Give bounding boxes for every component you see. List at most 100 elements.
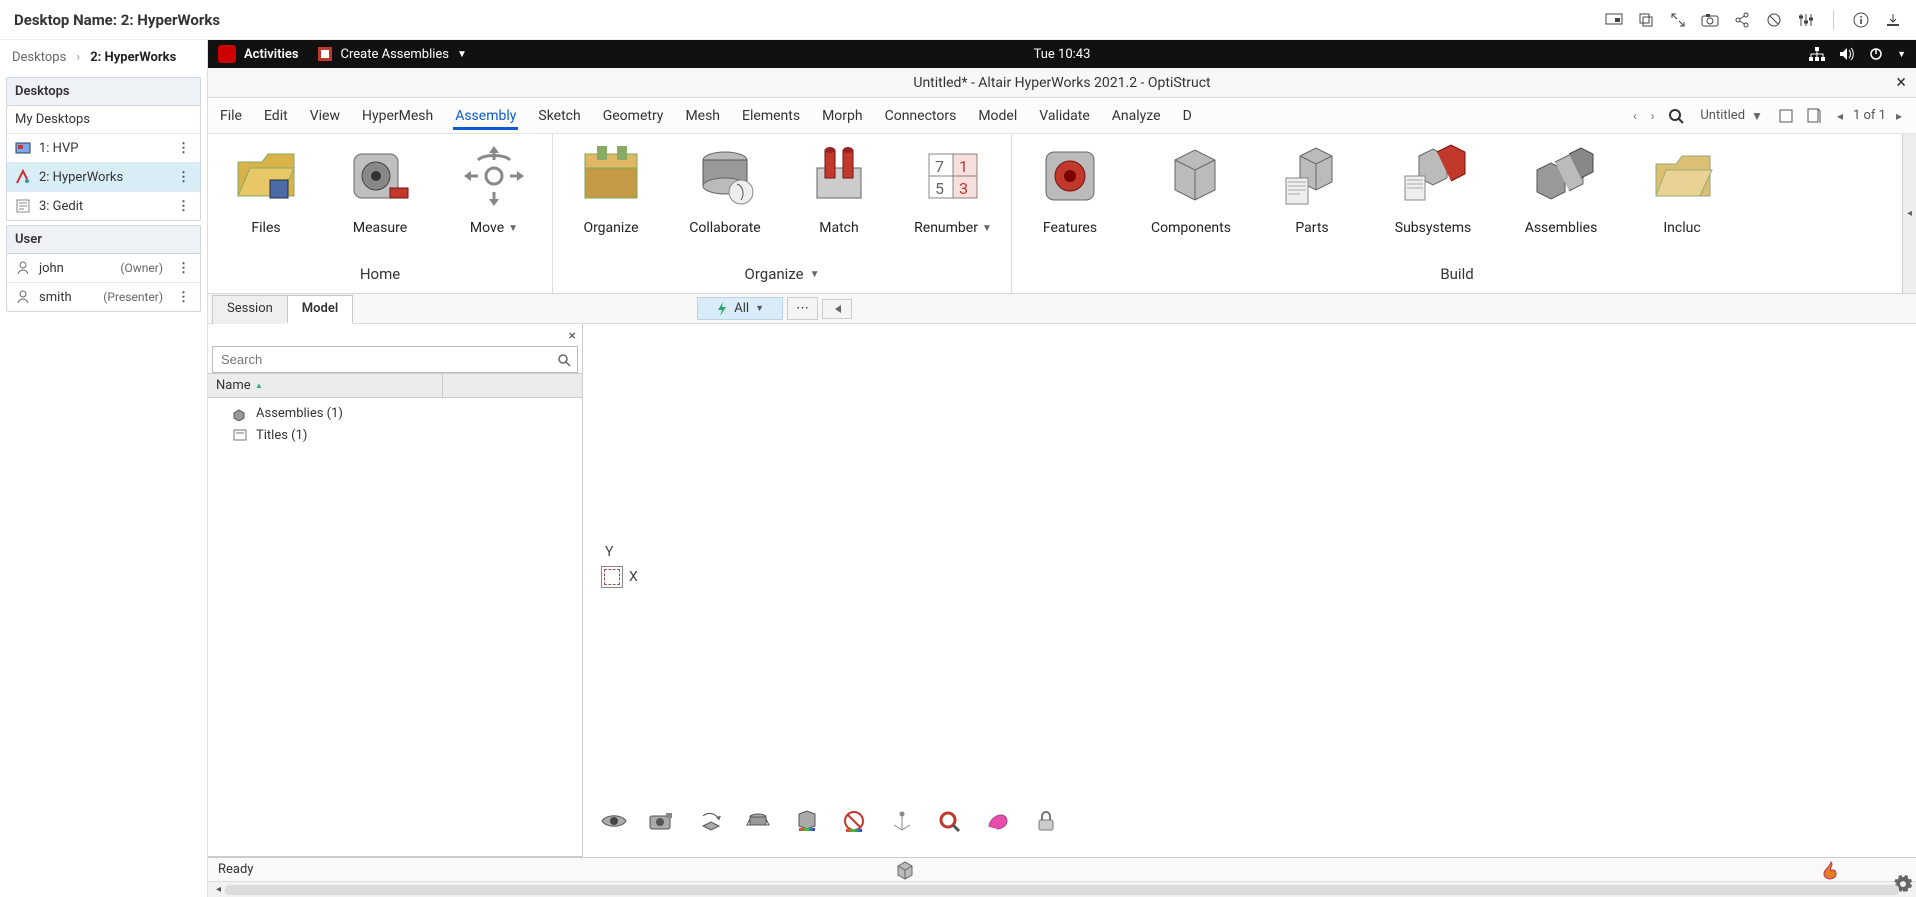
menu-elements[interactable]: Elements — [740, 102, 802, 130]
copy-icon[interactable] — [1637, 11, 1655, 29]
download-icon[interactable] — [1884, 11, 1902, 29]
tree-node-titles[interactable]: Titles (1) — [214, 424, 576, 446]
sliders-icon[interactable] — [1797, 11, 1815, 29]
entity-first-icon[interactable] — [822, 299, 852, 319]
ribbon-collaborate[interactable]: Collaborate — [677, 140, 773, 259]
user-kebab-icon[interactable]: ⋮ — [177, 290, 192, 305]
search-input[interactable] — [213, 347, 551, 372]
menu-model[interactable]: Model — [976, 102, 1019, 130]
view-axes-icon[interactable] — [887, 809, 917, 833]
user-row[interactable]: smith (Presenter) ⋮ — [7, 282, 200, 311]
view-eye-icon[interactable] — [599, 809, 629, 833]
entity-selector[interactable]: All ▼ — [697, 297, 783, 320]
ribbon-label: Parts — [1295, 220, 1328, 236]
screenshare-icon[interactable] — [1605, 11, 1623, 29]
menu-nav-left-icon[interactable]: ‹ — [1631, 103, 1639, 129]
activities-button[interactable]: Activities — [244, 47, 299, 62]
view-rubber-icon[interactable] — [983, 809, 1013, 833]
panel-close-icon[interactable]: × — [569, 328, 576, 344]
desktop-kebab-icon[interactable]: ⋮ — [177, 199, 192, 214]
camera-icon[interactable] — [1701, 11, 1719, 29]
ribbon-measure[interactable]: Measure — [332, 140, 428, 259]
checkbox-icon[interactable] — [1777, 103, 1795, 129]
pager-first-icon[interactable]: ◂ — [1835, 103, 1845, 129]
view-zoom-icon[interactable] — [935, 809, 965, 833]
view-camera-icon[interactable] — [647, 809, 677, 833]
info-icon[interactable] — [1852, 11, 1870, 29]
menu-sketch[interactable]: Sketch — [536, 102, 582, 130]
menu-analyze[interactable]: Analyze — [1110, 102, 1163, 130]
tab-selector[interactable]: Untitled ▼ — [1696, 96, 1767, 135]
ribbon-subsystems[interactable]: Subsystems — [1378, 140, 1488, 259]
view-rotate-icon[interactable] — [695, 809, 725, 833]
menu-validate[interactable]: Validate — [1037, 102, 1092, 130]
app-menu-label: Create Assemblies — [341, 47, 450, 62]
view-shade-icon[interactable] — [791, 809, 821, 833]
search-icon[interactable] — [551, 349, 577, 371]
ribbon-renumber[interactable]: 7153 Renumber ▼ — [905, 140, 1001, 259]
volume-icon[interactable] — [1839, 47, 1855, 61]
ribbon-match[interactable]: Match — [791, 140, 887, 259]
column-blank[interactable] — [442, 374, 582, 397]
menu-overflow[interactable]: D — [1181, 102, 1194, 130]
ribbon-move[interactable]: Move ▼ — [446, 140, 542, 259]
desktop-kebab-icon[interactable]: ⋮ — [177, 141, 192, 156]
menu-nav-right-icon[interactable]: › — [1649, 103, 1657, 129]
block-icon[interactable] — [1765, 11, 1783, 29]
ribbon-components[interactable]: Components — [1136, 140, 1246, 259]
fullscreen-icon[interactable] — [1669, 11, 1687, 29]
menu-file[interactable]: File — [218, 102, 244, 130]
view-section-icon[interactable] — [743, 809, 773, 833]
menu-connectors[interactable]: Connectors — [883, 102, 959, 130]
ribbon-parts[interactable]: Parts — [1264, 140, 1360, 259]
redhat-icon[interactable] — [218, 45, 236, 63]
menu-edit[interactable]: Edit — [262, 102, 290, 130]
entity-more-icon[interactable]: ⋯ — [787, 297, 818, 320]
tab-model[interactable]: Model — [287, 295, 353, 324]
power-icon[interactable] — [1869, 47, 1883, 61]
desktop-item-gedit[interactable]: 3: Gedit ⋮ — [7, 191, 200, 220]
pager-last-icon[interactable]: ▸ — [1894, 103, 1904, 129]
menu-hypermesh[interactable]: HyperMesh — [360, 102, 435, 130]
ribbon-organize[interactable]: Organize — [563, 140, 659, 259]
view-mask-icon[interactable] — [839, 809, 869, 833]
viewport[interactable]: Y X — [583, 324, 1916, 857]
menu-view[interactable]: View — [308, 102, 342, 130]
hscroll-track[interactable] — [225, 885, 1899, 895]
menu-mesh[interactable]: Mesh — [683, 102, 722, 130]
hscroll-left-icon[interactable]: ◂ — [212, 884, 225, 895]
desktop-item-hyperworks[interactable]: 2: HyperWorks ⋮ — [7, 162, 200, 191]
column-name[interactable]: Name ▴ — [208, 374, 442, 397]
app-icon — [317, 46, 333, 62]
my-desktops-row[interactable]: My Desktops — [7, 106, 200, 133]
breadcrumb-root[interactable]: Desktops — [12, 50, 66, 65]
menu-morph[interactable]: Morph — [820, 102, 865, 130]
user-kebab-icon[interactable]: ⋮ — [177, 261, 192, 276]
window-close-icon[interactable]: × — [1896, 72, 1906, 93]
chevron-down-icon[interactable]: ▼ — [1897, 49, 1906, 60]
menu-geometry[interactable]: Geometry — [601, 102, 666, 130]
network-icon[interactable] — [1809, 47, 1825, 61]
app-menu[interactable]: Create Assemblies ▼ — [317, 46, 467, 62]
ribbon-assemblies[interactable]: Assemblies — [1506, 140, 1616, 259]
ribbon-group-home: Home — [208, 259, 552, 293]
user-row[interactable]: john (Owner) ⋮ — [7, 254, 200, 282]
ribbon-includes[interactable]: Incluc — [1634, 140, 1730, 259]
tree-node-assemblies[interactable]: Assemblies (1) — [214, 402, 576, 424]
desktop-kebab-icon[interactable]: ⋮ — [177, 170, 192, 185]
page-icon[interactable] — [1805, 102, 1823, 130]
status-cube-icon[interactable] — [890, 858, 920, 882]
ribbon-files[interactable]: Files — [218, 140, 314, 259]
menu-assembly[interactable]: Assembly — [453, 102, 518, 130]
share-icon[interactable] — [1733, 11, 1751, 29]
clock[interactable]: Tue 10:43 — [1034, 47, 1091, 62]
view-lock-icon[interactable] — [1031, 809, 1061, 833]
status-fire-icon[interactable] — [1816, 858, 1846, 882]
ribbon-features[interactable]: Features — [1022, 140, 1118, 259]
axis-triad[interactable]: Y X — [601, 544, 638, 588]
ribbon-group-organize[interactable]: Organize ▼ — [553, 259, 1011, 293]
tab-session[interactable]: Session — [212, 295, 288, 324]
ribbon-collapse-icon[interactable]: ◂ — [1902, 134, 1916, 293]
desktop-item-hvp[interactable]: 1: HVP ⋮ — [7, 133, 200, 162]
search-icon[interactable] — [1666, 102, 1686, 130]
